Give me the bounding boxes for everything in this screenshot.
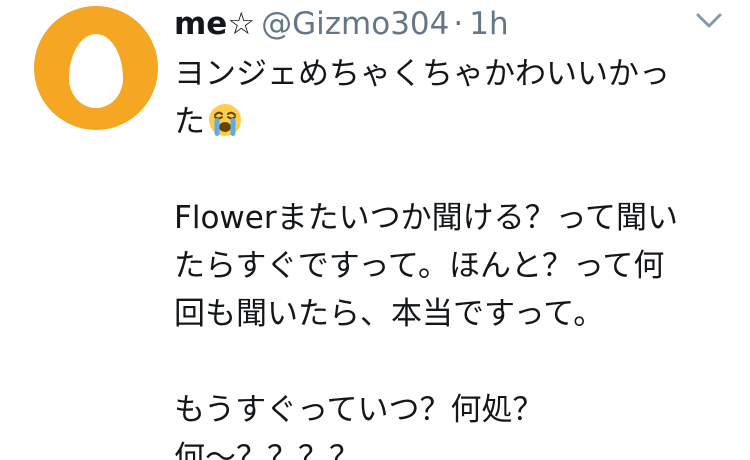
display-name[interactable]: me☆ (174, 2, 255, 46)
user-handle[interactable]: @Gizmo304 (261, 2, 449, 46)
tweet-text-line: た (174, 104, 205, 140)
tweet-text-line: たらすぐですって。ほんと？って何 (174, 248, 665, 284)
tweet-text-line: ヨンジェめちゃくちゃかわいいかっ (174, 56, 670, 92)
loudly-crying-face-icon (209, 104, 241, 136)
tweet-header: me☆ @Gizmo304 · 1h (174, 2, 509, 46)
tweet-text-line: 何〜？？？？ (174, 440, 360, 460)
tweet-text-line: もうすぐっていつ？何処？ (174, 392, 544, 428)
separator-dot: · (453, 6, 464, 42)
tweet-text: ヨンジェめちゃくちゃかわいいかっ た Flowerまたいつか聞ける？って聞い た… (174, 50, 734, 460)
egg-icon (69, 34, 123, 108)
avatar[interactable] (34, 6, 158, 130)
chevron-down-icon[interactable] (693, 10, 725, 32)
tweet-text-line: Flowerまたいつか聞ける？って聞い (174, 200, 679, 236)
tweet-text-line: 回も聞いたら、本当ですって。 (174, 296, 605, 332)
timestamp[interactable]: 1h (469, 2, 508, 46)
tweet-text-line-with-emoji: た (174, 98, 734, 146)
